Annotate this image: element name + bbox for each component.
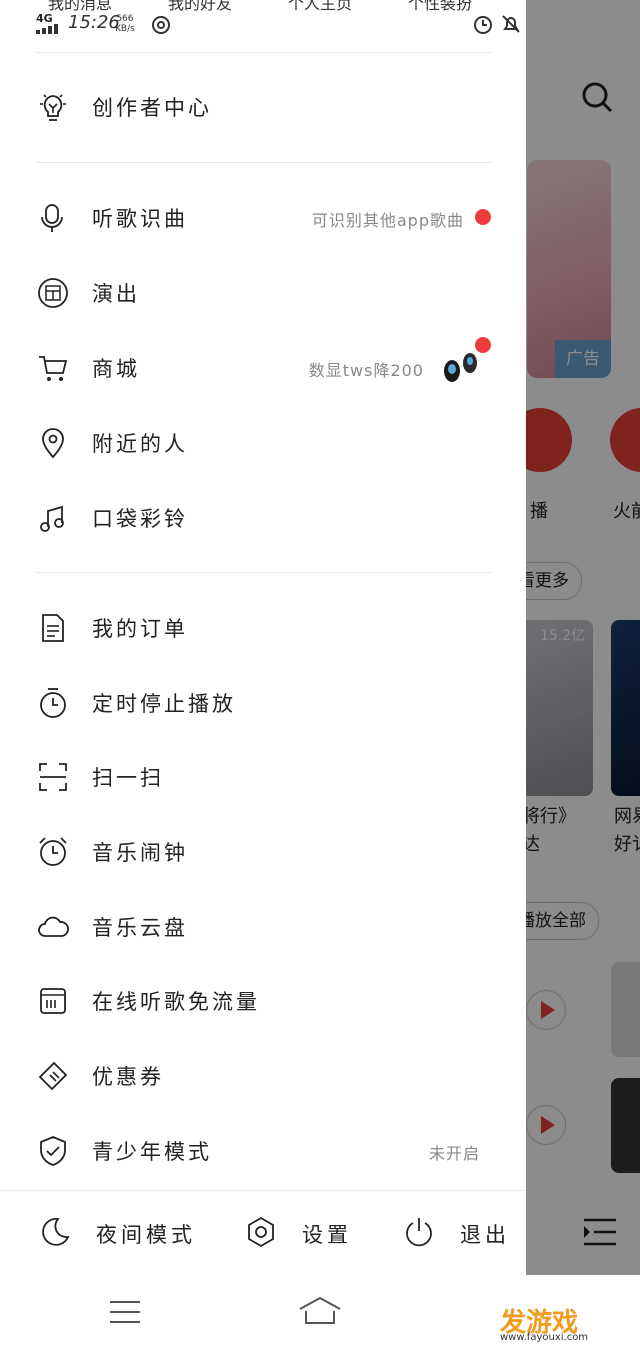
notification-dot	[475, 337, 491, 353]
menu-item-hint: 可识别其他app歌曲	[311, 211, 464, 230]
menu-item-label: 优惠券	[92, 1065, 164, 1089]
menu-item-label: 青少年模式	[92, 1140, 212, 1164]
document-icon	[42, 614, 64, 642]
menu-item-label: 附近的人	[92, 432, 188, 456]
earbuds-image	[444, 353, 477, 382]
home-icon[interactable]	[298, 1295, 342, 1327]
watermark-logo: 发游戏 www.fayouxi.com	[500, 1302, 620, 1346]
settings-label: 设置	[302, 1223, 352, 1247]
menu-item-label: 听歌识曲	[92, 207, 188, 231]
network-speed: 566 KB/s	[115, 14, 135, 34]
status-bar: 4G 15:26 566 KB/s	[0, 0, 526, 50]
alarm-clock-icon	[39, 837, 67, 866]
menu-item-alarm[interactable]: 音乐闹钟	[0, 821, 526, 881]
music-note-icon	[40, 505, 64, 532]
menu-item-scan[interactable]: 扫一扫	[0, 746, 526, 806]
side-drawer: 我的消息 我的好友 个人主页 个性装扮 4G 15:26 566 KB/s 创作…	[0, 0, 526, 1275]
menu-item-label: 扫一扫	[92, 766, 164, 790]
watermark-url: www.fayouxi.com	[500, 1332, 589, 1343]
cart-icon	[39, 356, 68, 381]
menu-item-teen-mode[interactable]: 青少年模式 未开启	[0, 1120, 526, 1180]
creator-center-label: 创作者中心	[92, 96, 212, 120]
teen-mode-status: 未开启	[428, 1144, 480, 1163]
menu-item-mall[interactable]: 商城 数显tws降200	[0, 337, 526, 397]
menu-icon[interactable]	[108, 1299, 142, 1325]
menu-item-orders[interactable]: 我的订单	[0, 597, 526, 657]
menu-item-label: 我的订单	[92, 617, 188, 641]
night-mode-label: 夜间模式	[96, 1223, 196, 1247]
logout-label: 退出	[460, 1223, 510, 1247]
menu-item-label: 音乐闹钟	[92, 841, 188, 865]
shield-check-icon	[40, 1136, 66, 1166]
menu-item-sleep-timer[interactable]: 定时停止播放	[0, 672, 526, 732]
ticket-icon	[38, 278, 68, 308]
drawer-footer: 夜间模式 设置 退出	[0, 1190, 526, 1276]
speed-unit: KB/s	[115, 24, 135, 34]
menu-item-label: 定时停止播放	[92, 692, 236, 716]
mic-music-icon	[41, 204, 63, 232]
menu-item-nearby[interactable]: 附近的人	[0, 412, 526, 472]
scan-icon	[39, 763, 67, 791]
menu-item-promo: 数显tws降200	[308, 361, 424, 380]
sim-card-icon	[40, 988, 66, 1014]
speed-value: 566	[116, 14, 134, 24]
signal-icon	[36, 24, 62, 34]
divider	[36, 572, 491, 573]
menu-item-cloud[interactable]: 音乐云盘	[0, 896, 526, 956]
divider	[36, 52, 491, 53]
menu-item-shows[interactable]: 演出	[0, 262, 526, 322]
clock: 15:26	[68, 12, 120, 33]
menu-item-label: 口袋彩铃	[92, 507, 188, 531]
menu-item-label: 演出	[92, 282, 140, 306]
menu-item-label: 音乐云盘	[92, 916, 188, 940]
moon-icon	[42, 1217, 70, 1246]
netease-icon	[152, 16, 170, 34]
creator-center-item[interactable]: 创作者中心	[0, 76, 526, 136]
hexagon-settings-icon	[248, 1216, 274, 1248]
coupon-icon	[38, 1061, 68, 1091]
power-icon	[406, 1218, 432, 1247]
menu-item-free-data[interactable]: 在线听歌免流量	[0, 970, 526, 1030]
alarm-icon	[474, 16, 492, 34]
cloud-icon	[38, 916, 69, 937]
menu-item-label: 商城	[92, 357, 140, 381]
menu-item-coupons[interactable]: 优惠券	[0, 1045, 526, 1105]
lightbulb-icon	[40, 94, 66, 121]
menu-item-ringtone[interactable]: 口袋彩铃	[0, 487, 526, 547]
menu-item-label: 在线听歌免流量	[92, 990, 260, 1014]
menu-item-recognize-song[interactable]: 听歌识曲 可识别其他app歌曲	[0, 187, 526, 247]
location-pin-icon	[42, 428, 64, 459]
timer-icon	[40, 688, 66, 718]
mute-bell-icon	[502, 15, 520, 33]
notification-dot	[475, 209, 491, 225]
divider	[36, 162, 491, 163]
